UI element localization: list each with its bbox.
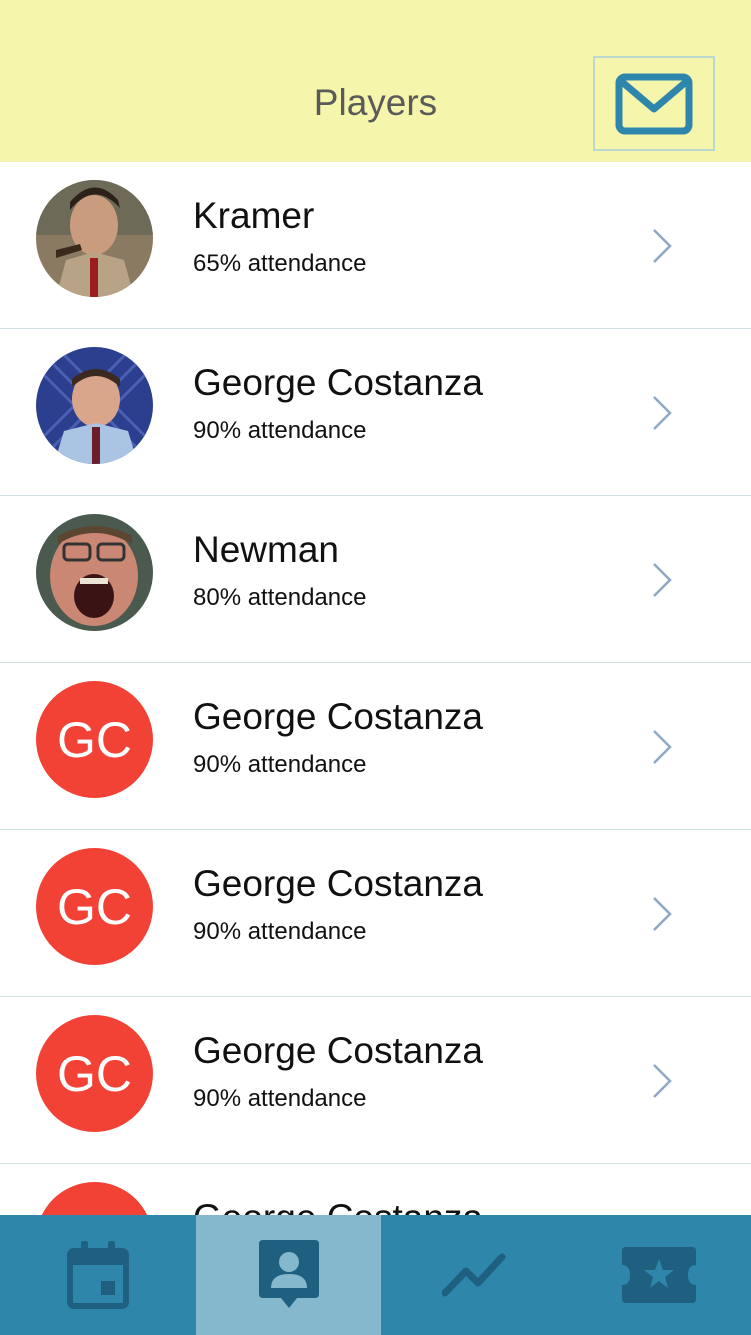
avatar-initials: GC [36, 1015, 153, 1132]
player-name: George Costanza [193, 863, 484, 904]
player-row[interactable]: GC George Costanza 90% attendance [0, 997, 751, 1164]
player-row[interactable]: Newman 80% attendance [0, 496, 751, 663]
envelope-icon [615, 73, 693, 134]
calendar-icon [67, 1241, 129, 1309]
avatar-initials: GC [36, 848, 153, 965]
chevron-right-icon [653, 396, 672, 430]
top-header: Players [0, 0, 751, 162]
chevron-right-icon [653, 229, 672, 263]
attendance-text: 90% attendance [193, 751, 367, 778]
player-name: George Costanza [193, 1030, 484, 1071]
attendance-text: 90% attendance [193, 1085, 367, 1112]
mail-button[interactable] [593, 56, 715, 151]
attendance-text: 90% attendance [193, 417, 367, 444]
player-badge-icon [258, 1240, 319, 1308]
avatar-initials [36, 1182, 153, 1215]
player-name: George Costanza [193, 696, 484, 737]
ticket-star-icon [621, 1247, 696, 1303]
tab-events[interactable] [566, 1215, 751, 1335]
trend-line-icon [441, 1253, 505, 1297]
avatar [36, 347, 153, 464]
chevron-right-icon [653, 897, 672, 931]
attendance-text: 65% attendance [193, 250, 367, 277]
player-name: George Costanza [193, 1197, 483, 1215]
chevron-right-icon [653, 563, 672, 597]
player-row[interactable]: GC George Costanza 90% attendance [0, 663, 751, 830]
bottom-tab-bar [0, 1215, 751, 1335]
avatar-initials: GC [36, 681, 153, 798]
player-row[interactable]: Kramer 65% attendance [0, 162, 751, 329]
chevron-right-icon [653, 730, 672, 764]
player-row[interactable]: GC George Costanza 90% attendance [0, 830, 751, 997]
tab-players[interactable] [196, 1215, 381, 1335]
avatar [36, 514, 153, 631]
player-row[interactable]: George Costanza 90% attendance [0, 329, 751, 496]
player-list: Kramer 65% attendance George Costanza 90… [0, 162, 751, 1215]
attendance-text: 90% attendance [193, 918, 367, 945]
chevron-right-icon [653, 1064, 672, 1098]
attendance-text: 80% attendance [193, 584, 367, 611]
tab-stats[interactable] [381, 1215, 566, 1335]
player-name: George Costanza [193, 362, 484, 403]
tab-schedule[interactable] [0, 1215, 196, 1335]
player-row[interactable]: George Costanza [0, 1164, 751, 1215]
player-name: Newman [193, 529, 339, 570]
avatar [36, 180, 153, 297]
player-name: Kramer [193, 195, 315, 236]
